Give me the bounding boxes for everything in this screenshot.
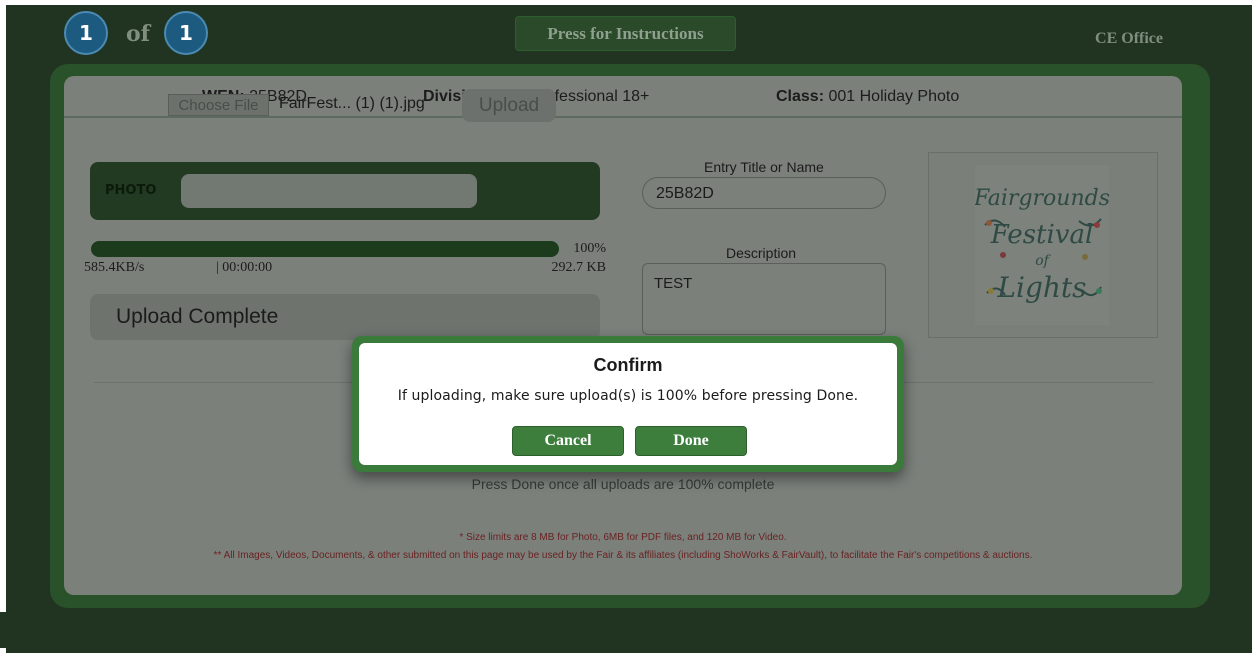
dialog-message: If uploading, make sure upload(s) is 100…: [397, 388, 859, 404]
class-value: 001 Holiday Photo: [828, 88, 960, 105]
festival-logo-graphic: Fairgrounds Festival of Lights: [973, 186, 1110, 304]
of-label: of: [126, 21, 151, 47]
done-button[interactable]: Done: [635, 426, 747, 456]
entry-title-label: Entry Title or Name: [704, 159, 824, 175]
entry-total-badge: 1: [164, 11, 208, 55]
image-preview: Fairgrounds Festival of Lights: [928, 152, 1158, 338]
logo-text-line4: Lights: [996, 271, 1086, 304]
logo-image: Fairgrounds Festival of Lights: [973, 165, 1110, 325]
upload-status-text: Upload Complete: [116, 305, 279, 328]
description-textarea[interactable]: TEST: [642, 263, 886, 335]
dialog-title: Confirm: [593, 355, 663, 375]
file-input-wrapper: [181, 174, 477, 208]
usage-note: ** All Images, Videos, Documents, & othe…: [213, 550, 1033, 561]
upload-button[interactable]: Upload: [462, 89, 556, 122]
upload-speed: 585.4KB/s: [84, 260, 145, 275]
choose-file-button[interactable]: Choose File: [168, 94, 269, 116]
office-link[interactable]: CE Office: [1095, 30, 1163, 48]
photo-upload-box: PHOTO: [90, 162, 600, 220]
upload-size: 292.7 KB: [551, 260, 606, 275]
class-label: Class:: [776, 88, 825, 105]
instructions-button[interactable]: Press for Instructions: [515, 16, 736, 51]
upload-elapsed: | 00:00:00: [216, 260, 273, 275]
bottom-bar: [0, 612, 1252, 648]
photo-label: PHOTO: [105, 183, 157, 198]
size-limit-note: * Size limits are 8 MB for Photo, 6MB fo…: [459, 532, 787, 543]
entry-title-input[interactable]: 25B82D: [642, 177, 886, 209]
entry-index-text: 1: [79, 21, 93, 45]
press-done-hint: Press Done once all uploads are 100% com…: [471, 476, 775, 492]
upload-progress-bar: [91, 241, 559, 257]
upload-status-box: Upload Complete: [90, 294, 600, 340]
class-info: Class: 001 Holiday Photo: [776, 88, 959, 106]
entry-total-text: 1: [179, 21, 193, 45]
confirm-dialog-body: Confirm If uploading, make sure upload(s…: [359, 343, 897, 465]
logo-text-line2: Festival: [990, 220, 1094, 250]
logo-text-line1: Fairgrounds: [975, 186, 1109, 211]
selected-file-name: FairFest... (1) (1).jpg: [279, 95, 425, 112]
logo-text-line3: of: [1035, 253, 1051, 269]
progress-percent: 100%: [573, 241, 606, 256]
description-label: Description: [726, 245, 797, 261]
cancel-button[interactable]: Cancel: [512, 426, 624, 456]
confirm-dialog: Confirm If uploading, make sure upload(s…: [352, 336, 904, 472]
entry-index-badge: 1: [64, 11, 108, 55]
